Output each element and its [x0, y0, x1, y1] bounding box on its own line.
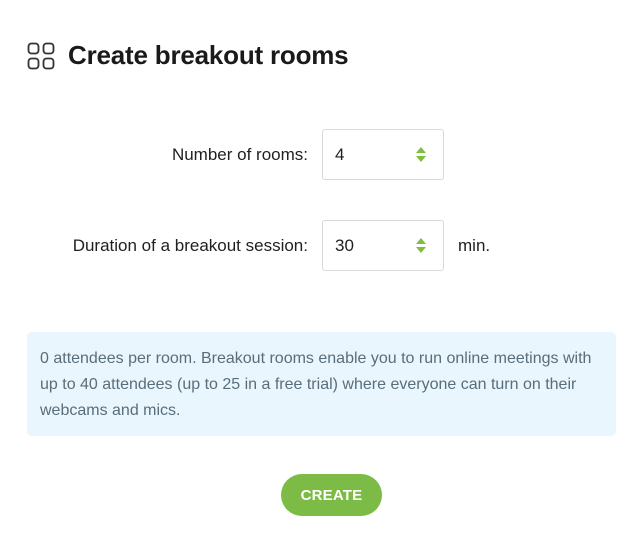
duration-spin-buttons[interactable]: [416, 238, 426, 253]
duration-value[interactable]: 30: [335, 236, 354, 256]
dialog-title: Create breakout rooms: [68, 40, 349, 70]
duration-row: Duration of a breakout session: 30 min.: [0, 220, 640, 271]
grid-rooms-icon: [27, 42, 55, 70]
rooms-spin-buttons[interactable]: [416, 147, 426, 162]
decrement-arrow-icon[interactable]: [416, 156, 426, 162]
increment-arrow-icon[interactable]: [416, 147, 426, 153]
duration-label: Duration of a breakout session:: [72, 235, 308, 255]
decrement-arrow-icon[interactable]: [416, 247, 426, 253]
dialog-header: Create breakout rooms: [27, 40, 349, 71]
increment-arrow-icon[interactable]: [416, 238, 426, 244]
create-button[interactable]: CREATE: [281, 474, 382, 516]
info-message: 0 attendees per room. Breakout rooms ena…: [27, 332, 616, 436]
duration-unit: min.: [458, 235, 491, 255]
rooms-value[interactable]: 4: [335, 145, 344, 165]
rooms-label: Number of rooms:: [171, 144, 308, 164]
create-breakout-rooms-dialog: Create breakout rooms Number of rooms: 4…: [0, 0, 640, 543]
rooms-row: Number of rooms: 4: [0, 129, 640, 180]
duration-stepper[interactable]: 30: [322, 220, 444, 271]
rooms-stepper[interactable]: 4: [322, 129, 444, 180]
